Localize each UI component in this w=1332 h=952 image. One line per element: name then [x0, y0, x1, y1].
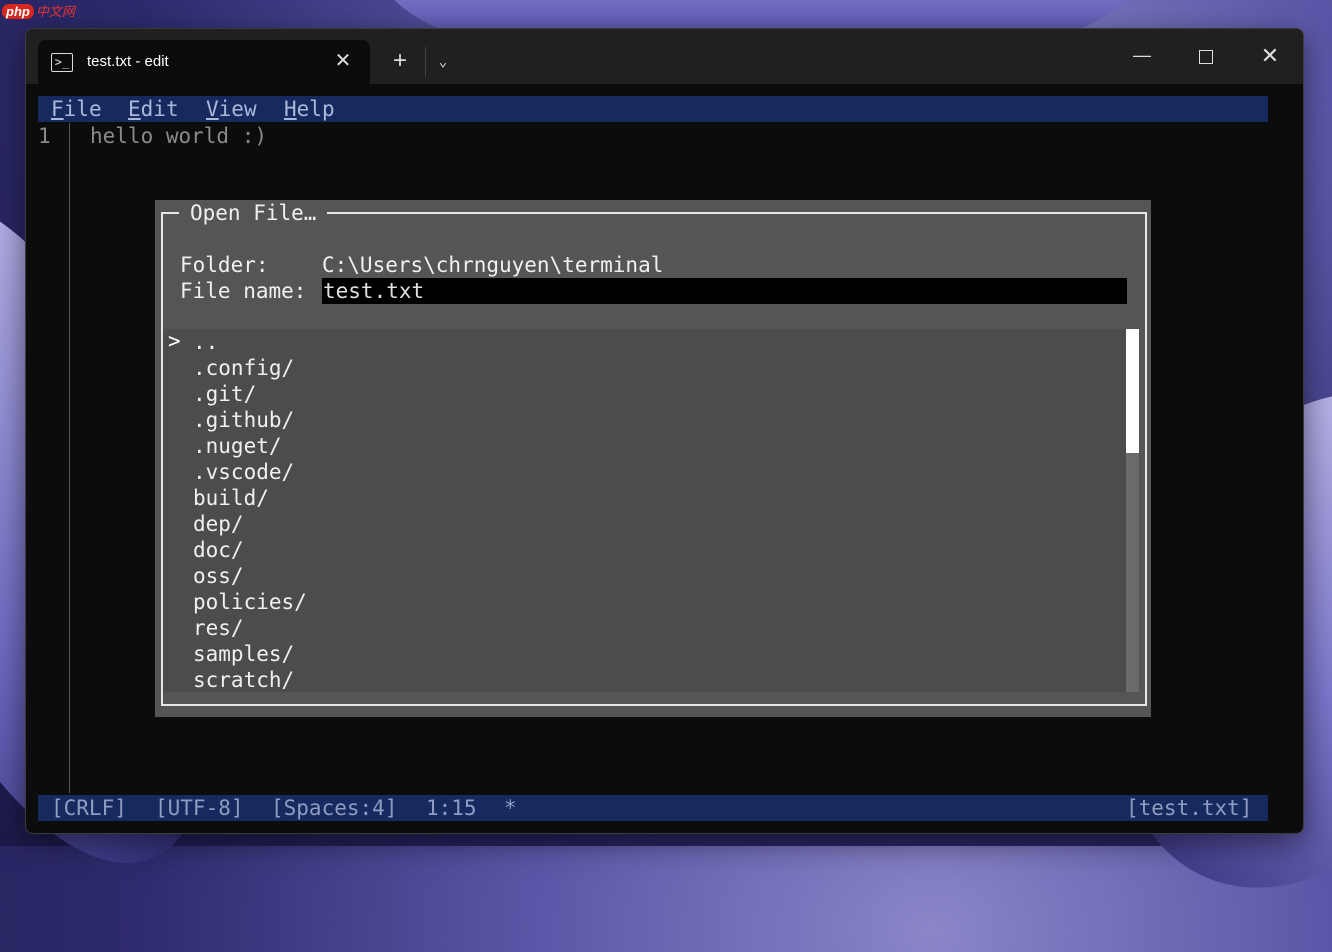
watermark-brand: php [2, 4, 34, 19]
file-list-item[interactable]: .config/ [193, 355, 294, 381]
line-number: 1 [38, 124, 51, 148]
file-list-item[interactable]: samples/ [193, 641, 294, 667]
watermark-logo: php 中文网 [2, 1, 75, 20]
file-list-item[interactable]: .vscode/ [193, 459, 294, 485]
status-line-ending[interactable]: [CRLF] [51, 795, 127, 821]
file-list[interactable]: > .. .config/.git/.github/.nuget/.vscode/… [163, 329, 1139, 693]
menu-view-hotkey: V [206, 97, 219, 121]
terminal-area: File Edit View Help 1 hello world :) Ope… [26, 84, 1303, 833]
chevron-down-icon[interactable]: ⌄ [430, 49, 456, 75]
gutter-divider [69, 123, 70, 793]
menu-view-label: iew [218, 97, 257, 121]
tab-divider [425, 47, 426, 77]
tab-test-txt[interactable]: >_ test.txt - edit ✕ [38, 40, 370, 84]
menu-file-label: ile [63, 97, 102, 121]
menu-edit[interactable]: Edit [128, 96, 179, 122]
file-list-item[interactable]: scratch/ [193, 667, 294, 693]
file-list-item[interactable]: .github/ [193, 407, 294, 433]
file-list-item[interactable]: oss/ [193, 563, 244, 589]
status-indent[interactable]: [Spaces:4] [271, 795, 397, 821]
filename-input[interactable]: test.txt [322, 278, 1127, 304]
title-bar: >_ test.txt - edit ✕ + ⌄ — ✕ [26, 29, 1303, 84]
file-list-item[interactable]: build/ [193, 485, 269, 511]
status-bar: [CRLF] [UTF-8] [Spaces:4] 1:15 * [test.t… [38, 795, 1268, 821]
status-encoding[interactable]: [UTF-8] [155, 795, 244, 821]
watermark-text: 中文网 [35, 4, 75, 19]
menu-file[interactable]: File [51, 96, 102, 122]
dialog-title: Open File… [179, 200, 328, 226]
menu-view[interactable]: View [206, 96, 257, 122]
selection-cursor: > [168, 329, 181, 353]
file-list-item[interactable]: dep/ [193, 511, 244, 537]
new-tab-button[interactable]: + [386, 47, 414, 75]
scrollbar[interactable] [1126, 329, 1139, 692]
maximize-icon [1199, 50, 1213, 64]
tab-title: test.txt - edit [87, 53, 169, 70]
file-list-item[interactable]: policies/ [193, 589, 307, 615]
menu-edit-hotkey: E [128, 97, 141, 121]
status-filename: [test.txt] [1126, 796, 1253, 820]
menu-help[interactable]: Help [284, 96, 335, 122]
file-list-item[interactable]: .. [193, 329, 218, 355]
minimize-button[interactable]: — [1122, 43, 1162, 71]
file-list-item[interactable]: .git/ [193, 381, 256, 407]
status-cursor-position[interactable]: 1:15 [426, 795, 477, 821]
file-list-item[interactable]: .nuget/ [193, 433, 282, 459]
close-tab-button[interactable]: ✕ [330, 48, 356, 74]
menu-help-hotkey: H [284, 97, 297, 121]
folder-path: C:\Users\chrnguyen\terminal [322, 253, 664, 277]
maximize-button[interactable] [1186, 43, 1226, 71]
close-window-button[interactable]: ✕ [1250, 43, 1290, 71]
menu-help-label: elp [296, 97, 335, 121]
terminal-window: >_ test.txt - edit ✕ + ⌄ — ✕ File Edit V… [25, 28, 1304, 834]
open-file-dialog: Open File… Folder: C:\Users\chrnguyen\te… [155, 200, 1151, 717]
editor-menubar: File Edit View Help [38, 96, 1268, 122]
powershell-icon: >_ [51, 53, 73, 72]
folder-label: Folder: [180, 253, 269, 277]
file-list-item[interactable]: res/ [193, 615, 244, 641]
menu-file-hotkey: F [51, 97, 64, 121]
filename-label: File name: [180, 279, 307, 303]
status-modified: * [504, 796, 517, 820]
editor-text-line[interactable]: hello world :) [90, 123, 267, 149]
menu-edit-label: dit [140, 97, 179, 121]
scrollbar-thumb[interactable] [1126, 329, 1139, 453]
file-list-item[interactable]: doc/ [193, 537, 244, 563]
